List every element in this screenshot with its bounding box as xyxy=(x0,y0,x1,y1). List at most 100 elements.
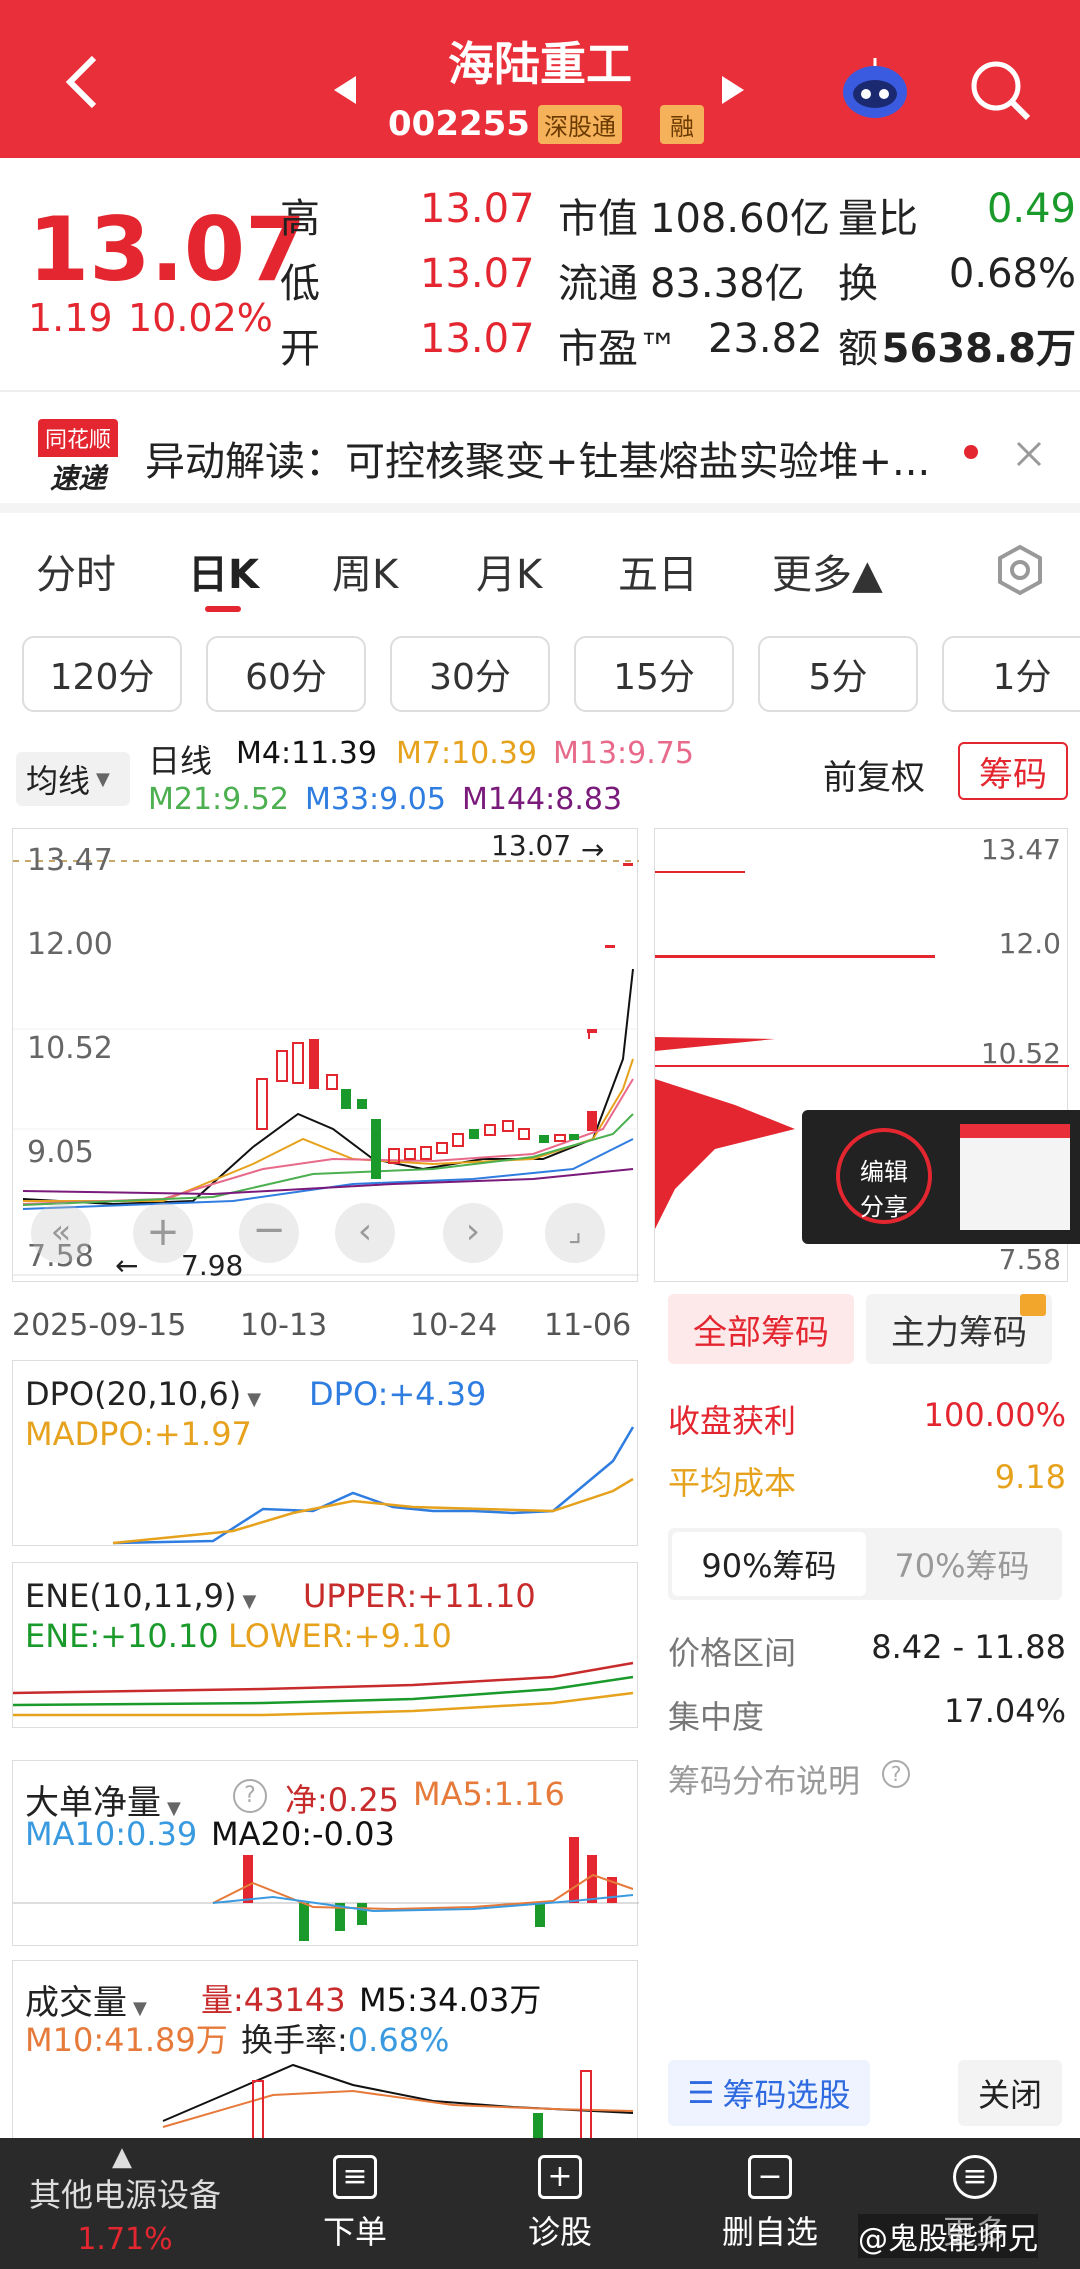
y-tick-3: 10.52 xyxy=(27,1031,113,1066)
ma-line-type: 日线 xyxy=(148,742,213,780)
bottom-collapse-caret-icon[interactable]: ▲ xyxy=(112,2142,132,2172)
unread-dot xyxy=(964,445,978,459)
chip-close-button[interactable]: 关闭 xyxy=(958,2060,1062,2126)
tab-five-day[interactable]: 五日 xyxy=(618,542,698,600)
lock-icon xyxy=(1020,1294,1046,1316)
sector-item[interactable]: 其他电源设备 1.71% xyxy=(20,2170,230,2257)
robot-assistant-icon[interactable] xyxy=(840,56,910,124)
dpo-indicator[interactable]: DPO(20,10,6) ▼ DPO:+4.39 MADPO:+1.97 xyxy=(12,1360,638,1546)
profit-value: 100.00% xyxy=(923,1396,1066,1434)
back-icon[interactable] xyxy=(62,52,102,112)
ene-svg xyxy=(13,1661,634,1717)
avg-cost-label: 平均成本 xyxy=(668,1464,797,1502)
open-label: 开 xyxy=(280,326,320,372)
period-5min[interactable]: 5分 xyxy=(758,636,918,712)
tab-more[interactable]: 更多▲ xyxy=(772,542,883,600)
tab-intraday[interactable]: 分时 xyxy=(36,542,116,600)
news-text[interactable]: 异动解读：可控核聚变+钍基熔盐实验堆+... xyxy=(145,429,945,487)
list-icon: ☰ xyxy=(687,2075,715,2111)
toggle-90pct[interactable]: 90%筹码 xyxy=(672,1532,866,1596)
diagnose-icon: + xyxy=(538,2154,582,2199)
toggle-70pct[interactable]: 70%筹码 xyxy=(866,1532,1058,1596)
remove-label: 删自选 xyxy=(721,2212,818,2251)
settings-icon[interactable] xyxy=(994,544,1046,600)
prev-stock-icon[interactable] xyxy=(330,74,360,110)
order-button[interactable]: ≡ 下单 xyxy=(300,2138,410,2269)
chart-tabs: 分时 日K 周K 月K 五日 更多▲ xyxy=(0,510,1080,620)
chips-button[interactable]: 筹码 xyxy=(958,742,1068,800)
dpo-svg xyxy=(112,1426,635,1545)
price-change: 1.19 xyxy=(28,296,113,340)
ma-m7: M7:10.39 xyxy=(396,736,537,771)
y-tick-2: 12.00 xyxy=(27,927,113,962)
ma-toggle-label: 均线 xyxy=(26,762,91,800)
period-60min[interactable]: 60分 xyxy=(206,636,366,712)
quote-panel: 13.07 1.19 10.02% 高 低 开 13.07 13.07 13.0… xyxy=(0,158,1080,393)
order-label: 下单 xyxy=(322,2212,387,2251)
scroll-left-button[interactable]: ‹ xyxy=(335,1203,395,1263)
period-1min[interactable]: 1分 xyxy=(942,636,1080,712)
diagnose-button[interactable]: + 诊股 xyxy=(505,2138,615,2269)
volume-indicator[interactable]: 成交量 ▼ 量:43143 M5:34.03万 M10:41.89万 换手率:0.… xyxy=(12,1960,638,2139)
news-logo-bottom: 速递 xyxy=(49,462,106,495)
date-label-1: 2025-09-15 xyxy=(12,1308,187,1343)
share-line-1: 编辑 xyxy=(860,1158,908,1186)
ene-indicator[interactable]: ENE(10,11,9) ▼ UPPER:+11.10 ENE:+10.10 LO… xyxy=(12,1562,638,1728)
last-price: 13.07 xyxy=(28,198,307,301)
zoom-out-button[interactable]: − xyxy=(239,1203,299,1263)
period-120min[interactable]: 120分 xyxy=(22,636,182,712)
price-change-pct: 10.02% xyxy=(128,296,273,340)
tab-daily-k[interactable]: 日K xyxy=(188,542,259,600)
connect-badge: 深股通 xyxy=(537,104,622,144)
zoom-in-button[interactable]: + xyxy=(133,1203,193,1263)
float-label: 流通 xyxy=(558,261,638,307)
volume-svg xyxy=(162,2063,634,2139)
price-range-label: 价格区间 xyxy=(668,1634,797,1672)
tab-monthly-k[interactable]: 月K xyxy=(476,542,542,600)
next-stock-icon[interactable] xyxy=(718,74,748,110)
price-range-value: 8.42 - 11.88 xyxy=(871,1628,1066,1666)
period-selector: 120分 60分 30分 15分 5分 1分 xyxy=(0,628,1080,718)
close-news-icon[interactable] xyxy=(1014,439,1044,473)
bigorder-svg xyxy=(13,1837,639,1941)
chip-tick-2: 12.0 xyxy=(998,927,1061,960)
help-icon[interactable]: ? xyxy=(882,1760,910,1788)
concentration-value: 17.04% xyxy=(943,1692,1066,1730)
sector-name: 其他电源设备 xyxy=(28,2176,221,2214)
scroll-right-button[interactable]: › xyxy=(443,1203,503,1263)
ma-m4: M4:11.39 xyxy=(236,736,377,771)
mcap-label: 市值 xyxy=(558,196,638,242)
news-logo: 同花顺 速递 xyxy=(38,419,118,495)
tab-weekly-k[interactable]: 周K xyxy=(332,542,398,600)
sector-pct: 1.71% xyxy=(77,2222,173,2257)
news-logo-top: 同花顺 xyxy=(38,419,118,457)
edit-share-overlay[interactable]: 编辑 分享 xyxy=(802,1110,1080,1244)
big-order-indicator[interactable]: 大单净量 ▼ ? 净:0.25 MA5:1.16 MA10:0.39 MA20:-… xyxy=(12,1760,639,1946)
chips-tab-all[interactable]: 全部筹码 xyxy=(668,1294,854,1364)
rewind-button[interactable]: « xyxy=(31,1203,91,1263)
turnover-label: 换 xyxy=(838,261,878,307)
share-circle[interactable]: 编辑 分享 xyxy=(836,1128,932,1224)
ma-toggle[interactable]: 均线 ▼ xyxy=(16,752,130,806)
period-30min[interactable]: 30分 xyxy=(390,636,550,712)
price-adjust-toggle[interactable]: 前复权 xyxy=(823,750,925,799)
share-thumbnail xyxy=(960,1124,1070,1230)
period-15min[interactable]: 15分 xyxy=(574,636,734,712)
order-icon: ≡ xyxy=(333,2154,377,2199)
low-arrow-icon: ← xyxy=(115,1249,139,1282)
search-icon[interactable] xyxy=(968,58,1032,126)
kline-chart[interactable]: 13.47 12.00 10.52 9.05 7.58 13.07 → ← 7.… xyxy=(12,828,639,1282)
ma-legend: 均线 ▼ 日线 M4:11.39 M7:10.39 M13:9.75 M21:9.… xyxy=(0,730,1080,830)
volume-ratio-value: 0.49 xyxy=(986,186,1076,232)
low-value: 13.07 xyxy=(420,251,535,297)
news-banner[interactable]: 同花顺 速递 异动解读：可控核聚变+钍基熔盐实验堆+... xyxy=(0,403,1080,503)
chip-select-button[interactable]: ☰ 筹码选股 xyxy=(668,2060,870,2126)
remove-watchlist-button[interactable]: − 删自选 xyxy=(710,2138,830,2269)
fullscreen-button[interactable]: ⌟ xyxy=(545,1203,605,1263)
bottom-toolbar: ▲ 其他电源设备 1.71% ≡ 下单 + 诊股 − 删自选 ≡ 更多 @鬼股能… xyxy=(0,2138,1080,2269)
concentration-label: 集中度 xyxy=(668,1698,765,1736)
chip-explain-link[interactable]: 筹码分布说明 xyxy=(668,1756,860,1802)
chip-tick-4: 7.58 xyxy=(998,1243,1061,1276)
pct-toggle: 90%筹码 70%筹码 xyxy=(668,1528,1062,1600)
open-value: 13.07 xyxy=(420,316,535,362)
